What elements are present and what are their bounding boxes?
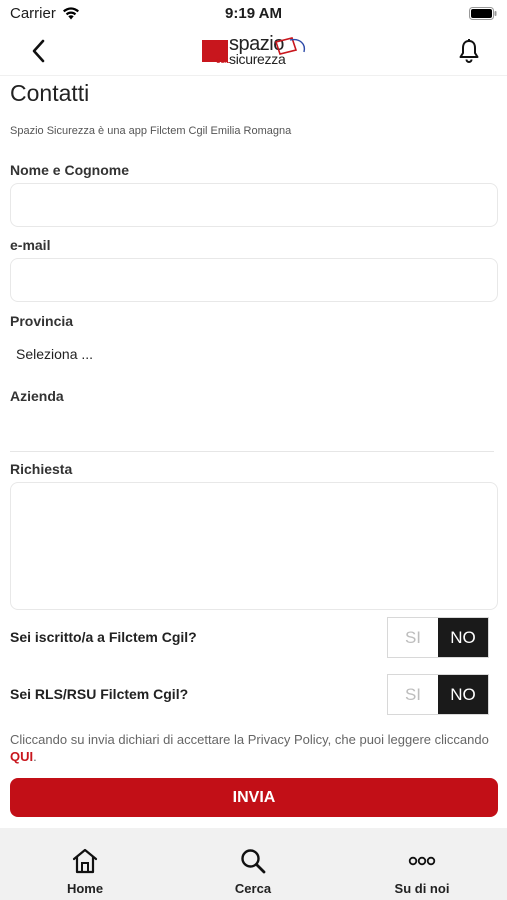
rls-no-option[interactable]: NO — [438, 675, 488, 714]
submit-button[interactable]: INVIA — [10, 778, 498, 817]
tab-about-label: Su di noi — [394, 881, 450, 896]
more-icon — [408, 856, 436, 866]
nav-bar: CGIL spazio sicurezza — [0, 28, 507, 76]
back-chevron-icon[interactable] — [28, 38, 50, 64]
request-label: Richiesta — [10, 461, 73, 477]
privacy-end: . — [33, 749, 37, 764]
member-si-option[interactable]: SI — [388, 618, 438, 657]
logo-swoosh-icon — [274, 37, 306, 55]
company-field[interactable] — [10, 408, 494, 450]
member-no-option[interactable]: NO — [438, 618, 488, 657]
member-toggle: SI NO — [387, 617, 489, 658]
rls-question: Sei RLS/RSU Filctem Cgil? — [10, 686, 189, 702]
bell-icon[interactable] — [457, 38, 481, 64]
name-label: Nome e Cognome — [10, 162, 130, 178]
company-label: Azienda — [10, 388, 64, 404]
province-select[interactable]: Seleziona ... — [16, 346, 93, 362]
rls-si-option[interactable]: SI — [388, 675, 438, 714]
tab-search-label: Cerca — [234, 881, 272, 896]
page-title: Contatti — [10, 80, 90, 106]
tab-bar: Home Cerca Su di noi — [0, 828, 507, 900]
page-subtitle: Spazio Sicurezza è una app Filctem Cgil … — [10, 125, 292, 137]
home-icon — [72, 848, 98, 874]
rls-toggle: SI NO — [387, 674, 489, 715]
email-label: e-mail — [10, 237, 51, 253]
tab-about[interactable]: Su di noi — [362, 828, 482, 900]
clock: 9:19 AM — [225, 5, 282, 22]
battery-icon — [469, 7, 497, 20]
search-icon — [241, 849, 266, 874]
email-field[interactable] — [10, 258, 498, 302]
company-field-underline — [10, 451, 494, 452]
privacy-link[interactable]: QUI — [10, 749, 33, 764]
privacy-text: Cliccando su invia dichiari di accettare… — [10, 732, 489, 747]
member-question: Sei iscritto/a a Filctem Cgil? — [10, 629, 197, 645]
tab-home-label: Home — [66, 881, 104, 896]
tab-home[interactable]: Home — [25, 828, 145, 900]
status-bar: Carrier 9:19 AM — [0, 0, 507, 28]
tab-search[interactable]: Cerca — [193, 828, 313, 900]
request-textarea[interactable] — [10, 482, 498, 610]
province-label: Provincia — [10, 313, 74, 329]
app-logo: CGIL spazio sicurezza — [202, 33, 310, 70]
name-field[interactable] — [10, 183, 498, 227]
privacy-notice: Cliccando su invia dichiari di accettare… — [10, 731, 490, 765]
